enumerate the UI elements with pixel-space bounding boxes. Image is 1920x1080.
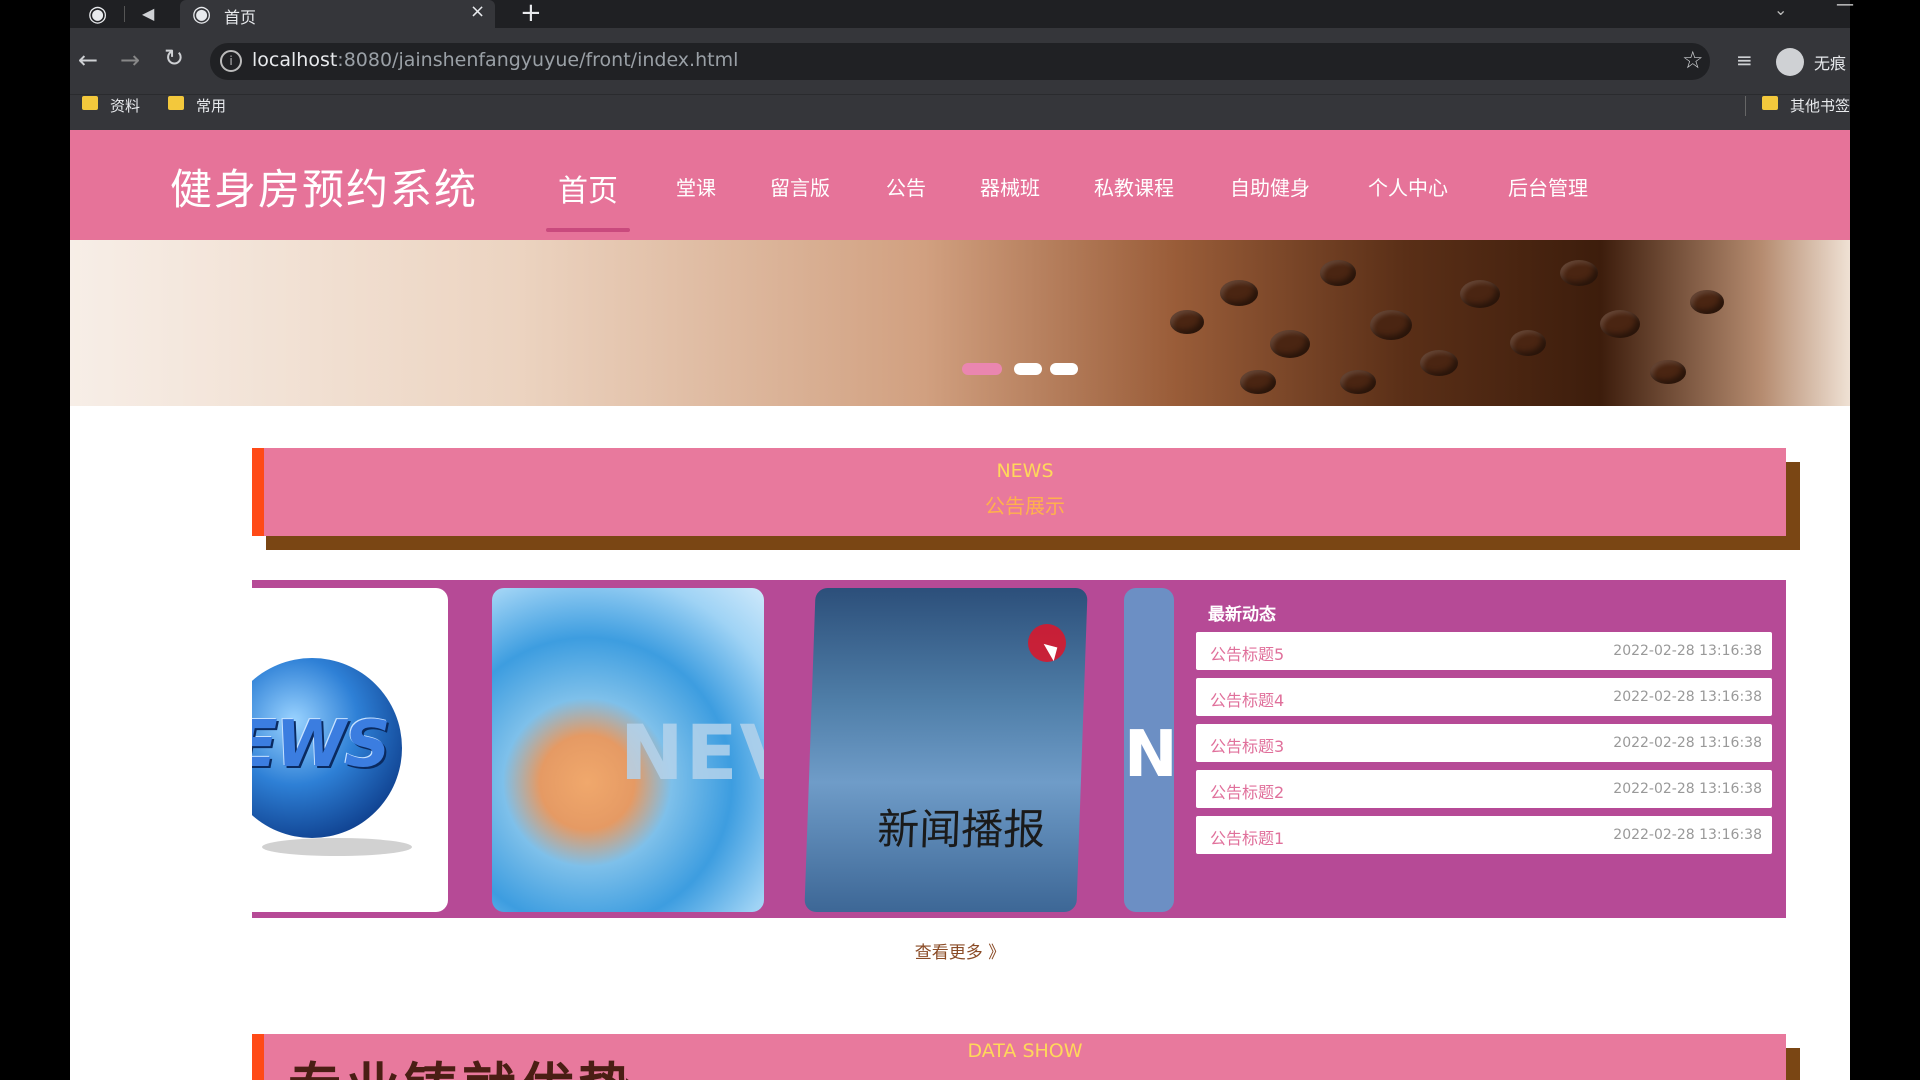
news-list-item[interactable]: 公告标题5 2022-02-28 13:16:38	[1196, 632, 1772, 670]
globe-shadow	[262, 838, 412, 856]
news-card-2[interactable]: NEV	[492, 588, 764, 912]
page-content: 健身房预约系统 首页 堂课 留言版 公告 器械班 私教课程 自助健身 个人中心 …	[70, 130, 1850, 1080]
nav-home[interactable]: 首页	[558, 166, 618, 210]
chevron-down-icon[interactable]: ⌄	[1774, 0, 1787, 19]
coffee-bean	[1650, 360, 1686, 384]
folder-icon	[168, 96, 184, 110]
globe-icon[interactable]: ◉	[88, 2, 107, 27]
coffee-bean	[1510, 330, 1546, 356]
news-item-time: 2022-02-28 13:16:38	[1613, 735, 1762, 751]
news-item-title: 公告标题2	[1210, 783, 1285, 802]
coffee-bean	[1340, 370, 1376, 394]
news-panel: EWS NEV 新闻播报 N 最新动态 公告标题5 2022-02-28 13:…	[252, 580, 1786, 918]
tab-favicon-icon: ◉	[192, 2, 212, 27]
media-control-icon[interactable]: ≡	[1736, 48, 1753, 72]
news-item-time: 2022-02-28 13:16:38	[1613, 781, 1762, 797]
coffee-bean	[1560, 260, 1598, 286]
latest-news-list: 最新动态 公告标题5 2022-02-28 13:16:38 公告标题4 202…	[1182, 580, 1786, 918]
news-card-4[interactable]: N	[1124, 588, 1174, 912]
incognito-avatar-icon[interactable]	[1776, 48, 1804, 76]
speaker-icon[interactable]: ◀	[142, 4, 154, 23]
nav-class[interactable]: 堂课	[676, 172, 716, 201]
folder-icon	[1762, 96, 1778, 110]
banner-carousel[interactable]	[70, 240, 1850, 406]
coffee-bean	[1170, 310, 1204, 334]
data-section-header: DATA SHOW 专业铸就优势	[252, 1034, 1786, 1080]
view-more-link[interactable]: 查看更多 》	[70, 938, 1850, 963]
coffee-bean	[1270, 330, 1310, 358]
coffee-bean	[1240, 370, 1276, 394]
nav-active-underline	[546, 228, 630, 232]
coffee-bean	[1690, 290, 1724, 314]
news-item-title: 公告标题1	[1210, 829, 1285, 848]
nav-announcement[interactable]: 公告	[886, 172, 926, 201]
coffee-bean	[1370, 310, 1412, 340]
coffee-bean	[1320, 260, 1356, 286]
nav-self-fitness[interactable]: 自助健身	[1230, 172, 1310, 201]
news-list-item[interactable]: 公告标题3 2022-02-28 13:16:38	[1196, 724, 1772, 762]
card-text: N	[1124, 718, 1174, 792]
bookmark-folder-changyong[interactable]: 常用	[196, 95, 226, 116]
site-title[interactable]: 健身房预约系统	[170, 156, 478, 217]
news-list-item[interactable]: 公告标题1 2022-02-28 13:16:38	[1196, 816, 1772, 854]
bookmark-separator	[1745, 96, 1746, 116]
data-big-title: 专业铸就优势	[288, 1044, 636, 1080]
news-item-time: 2022-02-28 13:16:38	[1613, 689, 1762, 705]
data-title-shadow	[1786, 1048, 1800, 1080]
right-letterbox	[1850, 0, 1920, 1080]
news-item-time: 2022-02-28 13:16:38	[1613, 643, 1762, 659]
minimize-icon[interactable]: —	[1836, 0, 1854, 15]
carousel-dot-1[interactable]	[962, 363, 1002, 375]
news-card-1[interactable]: EWS	[252, 588, 448, 912]
other-bookmarks[interactable]: 其他书签	[1790, 95, 1850, 116]
reload-icon[interactable]: ↻	[164, 44, 184, 72]
news-item-time: 2022-02-28 13:16:38	[1613, 827, 1762, 843]
url-path: :8080/jainshenfangyuyue/front/index.html	[337, 49, 739, 71]
coffee-bean	[1220, 280, 1258, 306]
star-icon[interactable]: ☆	[1682, 46, 1704, 74]
carousel-dot-2[interactable]	[1014, 363, 1042, 375]
news-title-en: NEWS	[996, 460, 1054, 482]
tab-title[interactable]: 首页	[224, 4, 256, 28]
tab-close-icon[interactable]: ×	[470, 1, 485, 22]
info-icon[interactable]: i	[220, 50, 242, 72]
nav-private-course[interactable]: 私教课程	[1094, 172, 1174, 201]
left-letterbox	[0, 0, 70, 1080]
tab-separator	[124, 6, 125, 22]
card-text: EWS	[252, 708, 390, 782]
carousel-dot-3[interactable]	[1050, 363, 1078, 375]
news-title-cn: 公告展示	[985, 494, 1065, 518]
back-icon[interactable]: ←	[78, 46, 98, 74]
card-text: 新闻播报	[876, 805, 1047, 854]
nav-message-board[interactable]: 留言版	[770, 172, 830, 201]
news-item-title: 公告标题5	[1210, 645, 1285, 664]
new-tab-icon[interactable]: +	[520, 0, 542, 28]
news-section-header: NEWS 公告展示	[252, 448, 1786, 536]
news-list-item[interactable]: 公告标题2 2022-02-28 13:16:38	[1196, 770, 1772, 808]
site-header: 健身房预约系统 首页 堂课 留言版 公告 器械班 私教课程 自助健身 个人中心 …	[70, 130, 1850, 240]
bookmark-folder-ziliao[interactable]: 资料	[110, 95, 140, 116]
nav-admin[interactable]: 后台管理	[1508, 172, 1588, 201]
coffee-bean	[1600, 310, 1640, 338]
forward-icon[interactable]: →	[120, 46, 140, 74]
card-text: NEV	[620, 708, 764, 797]
coffee-bean	[1460, 280, 1500, 308]
coffee-bean	[1420, 350, 1458, 376]
news-item-title: 公告标题4	[1210, 691, 1285, 710]
profile-name[interactable]: 无痕	[1814, 50, 1846, 74]
url-text[interactable]: localhost:8080/jainshenfangyuyue/front/i…	[252, 49, 738, 71]
news-list-item[interactable]: 公告标题4 2022-02-28 13:16:38	[1196, 678, 1772, 716]
folder-icon	[82, 96, 98, 110]
latest-news-title: 最新动态	[1208, 605, 1276, 625]
nav-equipment[interactable]: 器械班	[980, 172, 1040, 201]
nav-personal-center[interactable]: 个人中心	[1368, 172, 1448, 201]
news-item-title: 公告标题3	[1210, 737, 1285, 756]
bookmarks-bar	[70, 94, 1850, 131]
url-host: localhost	[252, 49, 338, 71]
